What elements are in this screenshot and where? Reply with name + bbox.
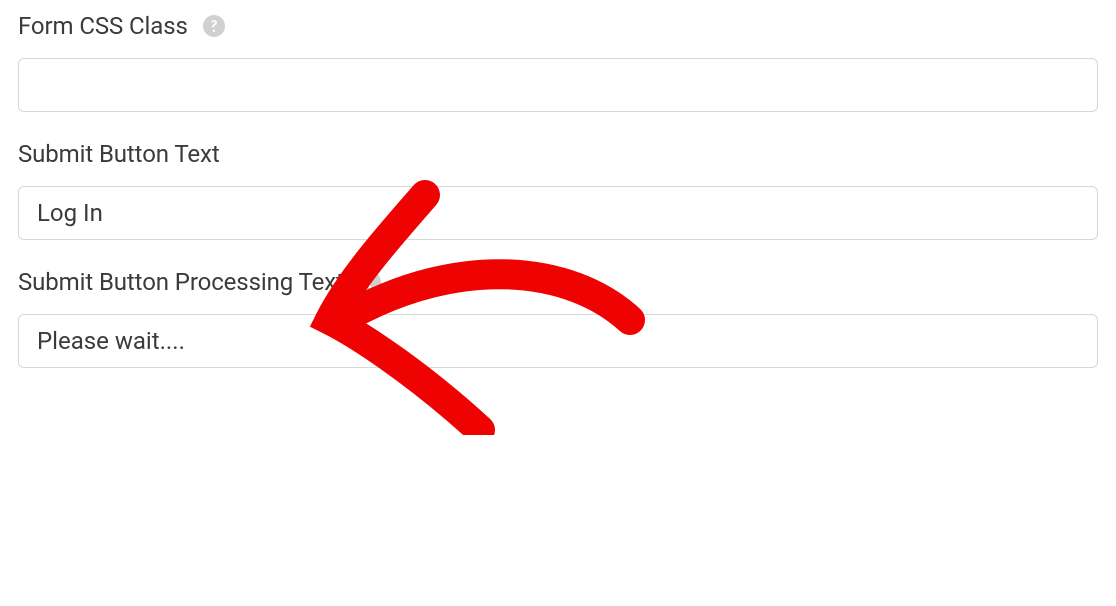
label-row: Submit Button Processing Text (18, 268, 1098, 296)
label-row: Form CSS Class (18, 12, 1098, 40)
submit-button-text-input[interactable] (18, 186, 1098, 240)
submit-button-processing-text-group: Submit Button Processing Text (18, 268, 1098, 368)
form-css-class-group: Form CSS Class (18, 12, 1098, 112)
submit-button-text-group: Submit Button Text (18, 140, 1098, 240)
label-row: Submit Button Text (18, 140, 1098, 168)
help-icon[interactable] (358, 270, 382, 294)
form-css-class-input[interactable] (18, 58, 1098, 112)
help-icon[interactable] (202, 14, 226, 38)
submit-button-processing-text-input[interactable] (18, 314, 1098, 368)
submit-button-text-label: Submit Button Text (18, 140, 220, 168)
form-css-class-label: Form CSS Class (18, 12, 188, 40)
submit-button-processing-text-label: Submit Button Processing Text (18, 268, 344, 296)
